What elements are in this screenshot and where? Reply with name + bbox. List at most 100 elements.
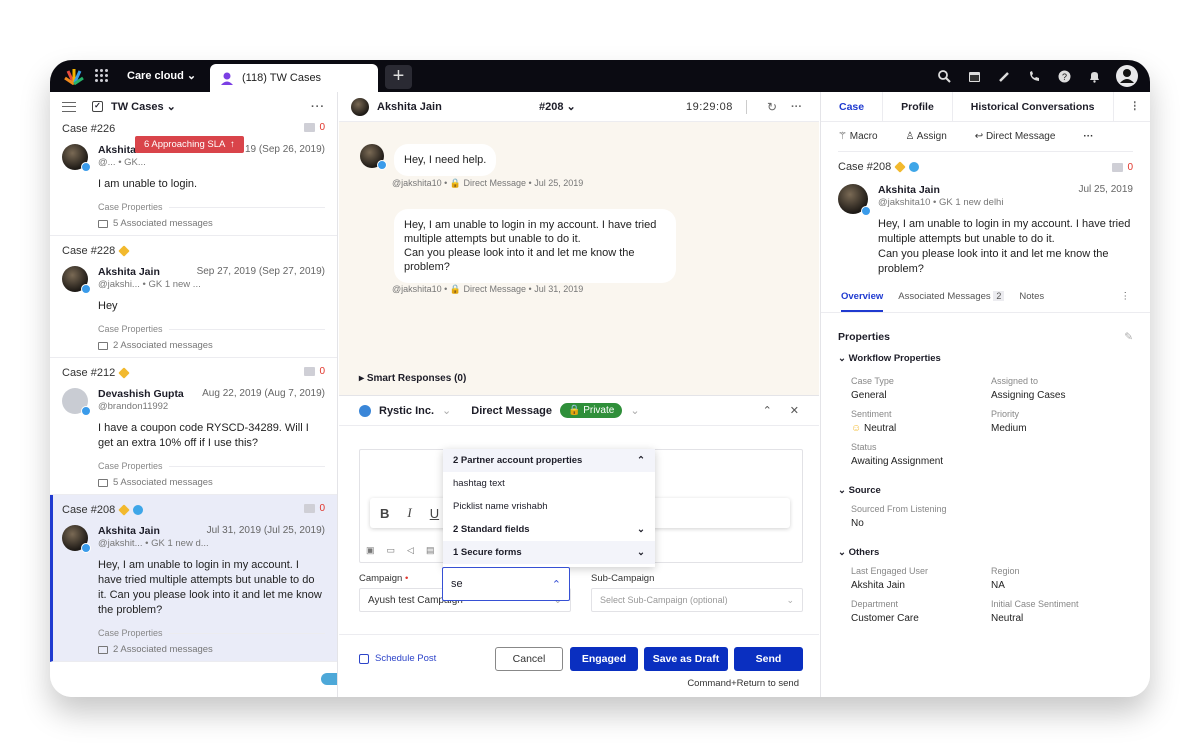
image-icon[interactable]: ▣: [366, 545, 375, 556]
priority-diamond-icon: [894, 161, 906, 173]
case-item-selected[interactable]: Case #208 0 Akshita Jain Jul 31, 2019 (Ju…: [50, 495, 337, 662]
case-details-panel: Case Profile Historical Conversations ⋮ …: [820, 92, 1150, 697]
reply-icon[interactable]: [321, 673, 337, 685]
comment-icon: [304, 123, 316, 132]
message-meta: @jakshita10 • 🔒 Direct Message • Jul 31,…: [392, 284, 584, 294]
bold-button[interactable]: B: [380, 506, 389, 521]
message: Hey, I am unable to login in my account.…: [360, 209, 676, 283]
sprinklr-logo-icon: [64, 69, 84, 85]
more-options-icon[interactable]: ···: [791, 101, 802, 113]
comment-icon: [1112, 163, 1124, 172]
subcampaign-select[interactable]: Select Sub-Campaign (optional) ⌄: [591, 588, 803, 612]
more-options-icon[interactable]: ···: [1083, 131, 1093, 142]
calendar-icon[interactable]: [966, 68, 982, 84]
priority-diamond-icon: [118, 245, 130, 257]
case-id: Case #208: [62, 503, 325, 517]
dropdown-group[interactable]: 2 Partner account properties ⌃: [443, 449, 655, 472]
case-summary: Case #208 0 Akshita Jain Jul 25, 2019 @ja…: [821, 152, 1150, 277]
engaged-button[interactable]: Engaged: [570, 647, 638, 671]
sla-banner[interactable]: 6 Approaching SLA ↑: [135, 136, 244, 153]
tab-associated-messages[interactable]: Associated Messages 2: [898, 291, 1005, 312]
associated-messages[interactable]: 5 Associated messages: [98, 218, 325, 229]
app-switcher[interactable]: Care cloud ⌄: [127, 69, 196, 82]
section-source[interactable]: ⌄ Source: [821, 467, 1150, 496]
close-icon[interactable]: ✕: [790, 404, 799, 417]
others-fields: Last Engaged User Akshita Jain Region NA D…: [851, 566, 1079, 624]
macro-button[interactable]: ⚚ Macro: [838, 131, 878, 142]
dropdown-group[interactable]: 1 Secure forms ⌄: [443, 541, 655, 564]
more-options-icon[interactable]: ···: [311, 101, 325, 113]
phone-icon[interactable]: [1026, 68, 1042, 84]
case-id: Case #226: [62, 123, 116, 135]
collapse-icon[interactable]: ⌃: [763, 404, 772, 417]
associated-messages[interactable]: 5 Associated messages: [98, 477, 325, 488]
chevron-down-icon: ⌄: [637, 524, 645, 535]
send-button[interactable]: Send: [734, 647, 803, 671]
dropdown-group[interactable]: 2 Standard fields ⌄: [443, 518, 655, 541]
tab-profile[interactable]: Profile: [883, 92, 953, 121]
comment-icon: [304, 367, 316, 376]
cancel-button[interactable]: Cancel: [495, 647, 563, 671]
pencil-icon[interactable]: [996, 68, 1012, 84]
select-all-checkbox[interactable]: ✓: [92, 101, 103, 112]
reply-composer: Rystic Inc. ⌄ Direct Message 🔒 Private ⌄ ⌃…: [339, 395, 819, 697]
help-icon[interactable]: ?: [1056, 68, 1072, 84]
italic-button[interactable]: I: [407, 505, 411, 521]
apps-grid-icon[interactable]: [95, 69, 109, 83]
case-item[interactable]: Case #228 Akshita Jain Sep 27, 2019 (Sep …: [50, 236, 337, 358]
customer-name: Akshita Jain: [878, 184, 940, 196]
section-workflow[interactable]: ⌄ Workflow Properties: [821, 343, 1150, 364]
chevron-down-icon: ⌄: [166, 101, 176, 113]
audio-icon[interactable]: ◁: [407, 545, 414, 556]
envelope-icon: [98, 478, 108, 487]
case-number-dropdown[interactable]: #208 ⌄: [539, 100, 576, 113]
send-shortcut-hint: Command+Return to send: [687, 678, 799, 689]
properties-header: Properties ✎: [838, 331, 1133, 343]
kebab-menu-icon[interactable]: ⋮: [1121, 291, 1131, 312]
associated-messages[interactable]: 2 Associated messages: [98, 340, 325, 351]
tab-overview[interactable]: Overview: [841, 291, 884, 312]
case-item[interactable]: Case #226 0 Akshita 19 (Sep 26, 2019) @..…: [50, 114, 337, 236]
case-properties-label: Case Properties: [98, 628, 325, 638]
kebab-menu-icon[interactable]: ⋮: [1130, 100, 1141, 112]
field-search-input[interactable]: se ⌃: [442, 567, 570, 601]
assign-button[interactable]: ♙ Assign: [906, 131, 947, 142]
message-bubble: Hey, I am unable to login in my account.…: [394, 209, 676, 283]
dropdown-item[interactable]: Picklist name vrishabh: [443, 495, 655, 518]
message: Hey, I need help.: [360, 144, 497, 176]
underline-button[interactable]: U: [430, 506, 439, 521]
view-name[interactable]: TW Cases: [111, 101, 164, 113]
twitter-icon: [377, 160, 387, 170]
customer-handle: @jakshita10 • GK 1 new delhi: [878, 197, 1004, 208]
section-others[interactable]: ⌄ Others: [821, 529, 1150, 558]
new-tab-button[interactable]: +: [385, 65, 412, 89]
menu-icon[interactable]: [62, 101, 76, 112]
customer-name: Devashish Gupta: [98, 388, 184, 400]
tab-case[interactable]: Case: [821, 92, 884, 121]
search-icon[interactable]: [936, 68, 952, 84]
privacy-badge[interactable]: 🔒 Private: [559, 403, 623, 418]
twitter-icon: [81, 162, 91, 172]
smart-responses-toggle[interactable]: ▸ Smart Responses (0): [359, 373, 466, 384]
chevron-down-icon: ⌄: [186, 70, 197, 82]
bell-icon[interactable]: [1086, 68, 1102, 84]
customer-name: Akshita: [98, 144, 136, 156]
schedule-post-button[interactable]: Schedule Post: [359, 653, 436, 664]
associated-messages[interactable]: 2 Associated messages: [98, 644, 325, 655]
direct-message-button[interactable]: ↩ Direct Message: [975, 131, 1056, 142]
save-draft-button[interactable]: Save as Draft: [644, 647, 728, 671]
account-selector[interactable]: Rystic Inc.: [379, 405, 434, 417]
dropdown-item[interactable]: hashtag text: [443, 472, 655, 495]
contact-name: Akshita Jain: [377, 100, 442, 113]
tab-notes[interactable]: Notes: [1019, 291, 1044, 312]
edit-icon[interactable]: ✎: [1124, 331, 1133, 343]
twitter-icon: [81, 284, 91, 294]
svg-text:?: ?: [1062, 72, 1067, 82]
video-icon[interactable]: ▭: [387, 545, 396, 556]
user-avatar-icon[interactable]: [1116, 65, 1138, 87]
tab-historical-conversations[interactable]: Historical Conversations: [953, 92, 1114, 121]
case-item[interactable]: Case #212 0 Devashish Gupta Aug 22, 2019 …: [50, 358, 337, 495]
file-icon[interactable]: ▤: [426, 545, 435, 556]
tab-tw-cases[interactable]: (118) TW Cases: [210, 64, 378, 92]
refresh-icon[interactable]: ↻: [767, 100, 777, 114]
